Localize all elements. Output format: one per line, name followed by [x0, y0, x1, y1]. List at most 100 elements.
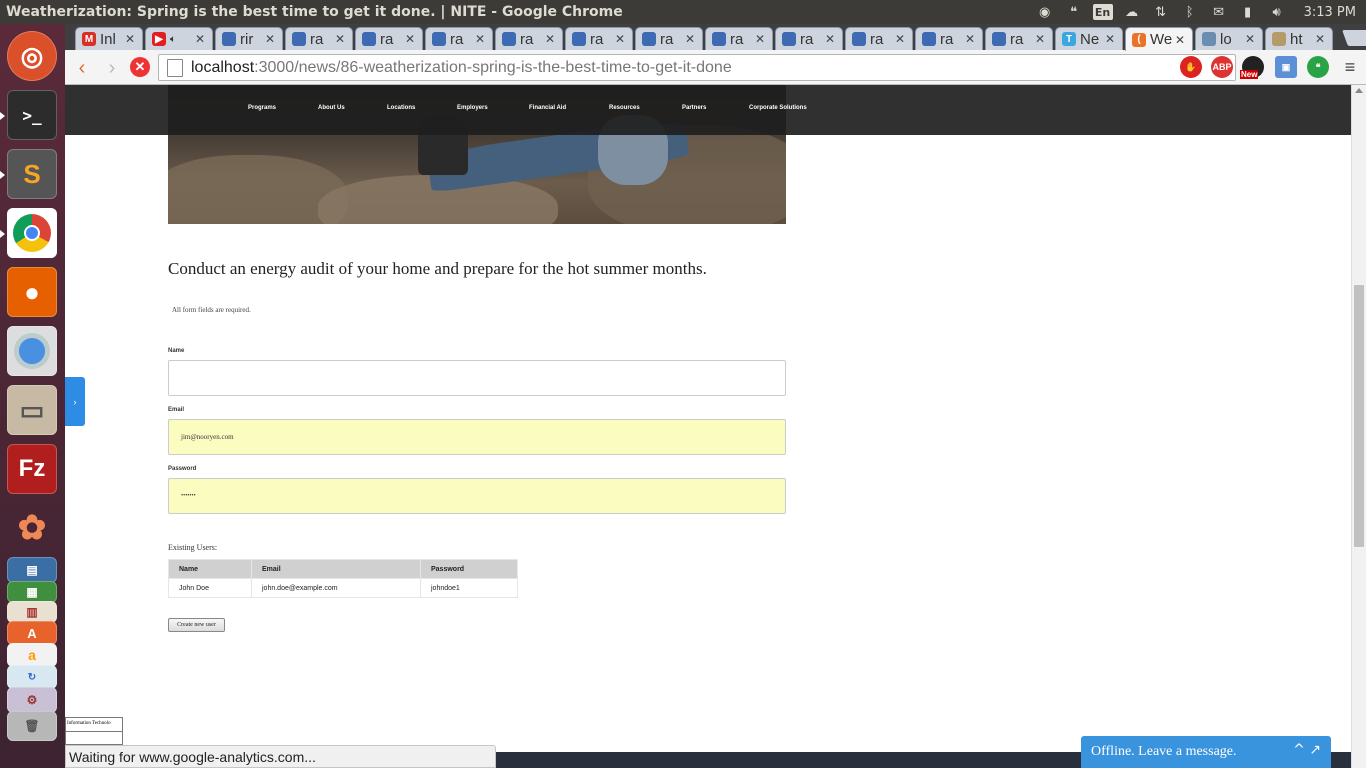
nav-item[interactable]: Partners: [682, 105, 706, 111]
writer-icon[interactable]: ▤: [7, 557, 57, 583]
tab-favicon-icon: [852, 32, 866, 46]
abp-extension-icon[interactable]: ABP: [1211, 56, 1233, 78]
browser-tab[interactable]: ra ✕: [705, 27, 773, 50]
bluetooth-icon[interactable]: ᛒ: [1180, 3, 1200, 21]
page-scrollbar[interactable]: [1351, 85, 1366, 768]
network-icon[interactable]: ⇅: [1151, 3, 1171, 21]
pinwheel-app-icon[interactable]: ✿: [7, 503, 57, 553]
browser-tab[interactable]: ra ✕: [495, 27, 563, 50]
chrome-tray-icon[interactable]: ◉: [1035, 3, 1055, 21]
firefox-icon[interactable]: ●: [7, 267, 57, 317]
hangouts-tray-icon[interactable]: ❝: [1064, 3, 1084, 21]
forward-button[interactable]: ›: [101, 57, 123, 79]
nav-item[interactable]: Locations: [387, 105, 415, 111]
browser-tab[interactable]: ra ✕: [355, 27, 423, 50]
trash-icon[interactable]: 🗑︎: [7, 711, 57, 741]
browser-tab[interactable]: (We ✕: [1125, 27, 1193, 51]
files-icon[interactable]: ▭: [7, 385, 57, 435]
browser-tab[interactable]: ra ✕: [775, 27, 843, 50]
browser-tab[interactable]: ra ✕: [425, 27, 493, 50]
url-path: :3000/news/86-weatherization-spring-is-t…: [254, 58, 732, 76]
address-bar[interactable]: localhost:3000/news/86-weatherization-sp…: [158, 54, 1236, 81]
folder-extension-icon[interactable]: ▣: [1275, 56, 1297, 78]
tab-close-icon[interactable]: ✕: [1103, 32, 1117, 46]
nav-item[interactable]: Financial Aid: [529, 105, 566, 111]
browser-tab[interactable]: M Inl ✕: [75, 27, 143, 50]
create-user-button[interactable]: Create new user: [168, 618, 225, 632]
adblock-extension-icon[interactable]: ✋: [1180, 56, 1202, 78]
calc-icon[interactable]: ▦: [7, 581, 57, 603]
live-chat-widget[interactable]: Offline. Leave a message. ^ ↗: [1081, 736, 1331, 768]
tab-close-icon[interactable]: ✕: [1243, 32, 1257, 46]
new-tab-button[interactable]: [1342, 30, 1366, 46]
browser-tab[interactable]: ra ✕: [845, 27, 913, 50]
tab-close-icon[interactable]: ✕: [333, 32, 347, 46]
ubuntu-dash-icon[interactable]: ◎: [7, 31, 57, 81]
filezilla-icon[interactable]: Fz: [7, 444, 57, 494]
tab-close-icon[interactable]: ✕: [683, 32, 697, 46]
browser-tab[interactable]: ra ✕: [985, 27, 1053, 50]
sublime-text-icon[interactable]: S: [7, 149, 57, 199]
browser-tab[interactable]: T Ne ✕: [1055, 27, 1123, 50]
tab-close-icon[interactable]: ✕: [543, 32, 557, 46]
browser-tab[interactable]: ra ✕: [285, 27, 353, 50]
browser-tab[interactable]: ▶ 🔈︎ ✕: [145, 27, 213, 50]
tab-close-icon[interactable]: ✕: [403, 32, 417, 46]
tab-close-icon[interactable]: ✕: [823, 32, 837, 46]
nav-item[interactable]: Employers: [457, 105, 488, 111]
tab-close-icon[interactable]: ✕: [1173, 33, 1187, 47]
clock[interactable]: 3:13 PM: [1304, 5, 1356, 20]
chat-expand-icons[interactable]: ^ ↗: [1293, 742, 1321, 758]
users-table: Name Email Password John Doe john.doe@ex…: [168, 559, 518, 598]
tab-close-icon[interactable]: ✕: [1313, 32, 1327, 46]
email-field[interactable]: jim@nooryen.com: [168, 419, 786, 455]
keyboard-language-indicator[interactable]: En: [1092, 4, 1113, 20]
tab-close-icon[interactable]: ✕: [1033, 32, 1047, 46]
browser-tab[interactable]: ra ✕: [565, 27, 633, 50]
tab-close-icon[interactable]: ✕: [963, 32, 977, 46]
tab-close-icon[interactable]: ✕: [613, 32, 627, 46]
chrome-launcher-icon[interactable]: [7, 208, 57, 258]
software-center-icon[interactable]: A: [7, 621, 57, 645]
tab-close-icon[interactable]: ✕: [893, 32, 907, 46]
mail-icon[interactable]: ✉: [1209, 3, 1229, 21]
browser-tab[interactable]: lo ✕: [1195, 27, 1263, 50]
chrome-menu-icon[interactable]: ≡: [1339, 56, 1361, 78]
tab-close-icon[interactable]: ✕: [473, 32, 487, 46]
scroll-up-arrow[interactable]: [1355, 88, 1363, 93]
browser-tab[interactable]: ra ✕: [915, 27, 983, 50]
browser-tab[interactable]: ht ✕: [1265, 27, 1333, 50]
name-field[interactable]: [168, 360, 786, 396]
nav-item[interactable]: Resources: [609, 105, 640, 111]
side-panel-toggle[interactable]: ›: [65, 377, 85, 426]
tab-label: ht: [1290, 30, 1303, 48]
nav-item[interactable]: Programs: [248, 105, 276, 111]
new-extension-icon[interactable]: New: [1240, 56, 1264, 79]
tab-favicon-icon: [362, 32, 376, 46]
impress-icon[interactable]: ▥: [7, 601, 57, 623]
tab-close-icon[interactable]: ✕: [263, 32, 277, 46]
back-button[interactable]: ‹: [71, 57, 93, 79]
password-field[interactable]: •••••••: [168, 478, 786, 514]
cloud-icon[interactable]: ☁: [1122, 3, 1142, 21]
browser-tab[interactable]: ra ✕: [635, 27, 703, 50]
volume-icon[interactable]: 🔊︎: [1267, 3, 1287, 21]
hangouts-extension-icon[interactable]: ❝: [1307, 56, 1329, 78]
battery-icon[interactable]: ▮: [1238, 3, 1258, 21]
terminal-icon[interactable]: >_: [7, 90, 57, 140]
update-manager-icon[interactable]: ↻: [7, 665, 57, 689]
scrollbar-thumb[interactable]: [1354, 285, 1364, 547]
tab-favicon-icon: [502, 32, 516, 46]
tab-close-icon[interactable]: ✕: [193, 32, 207, 46]
nav-item[interactable]: About Us: [318, 105, 345, 111]
tab-favicon-icon: [292, 32, 306, 46]
system-settings-icon[interactable]: ⚙: [7, 687, 57, 713]
stop-button[interactable]: ✕: [130, 57, 150, 77]
nav-item[interactable]: Corporate Solutions: [749, 105, 807, 111]
tab-close-icon[interactable]: ✕: [753, 32, 767, 46]
tab-close-icon[interactable]: ✕: [123, 32, 137, 46]
browser-tab[interactable]: rir ✕: [215, 27, 283, 50]
column-header: Name: [168, 559, 252, 579]
chromium-icon[interactable]: [7, 326, 57, 376]
amazon-icon[interactable]: a: [7, 643, 57, 667]
